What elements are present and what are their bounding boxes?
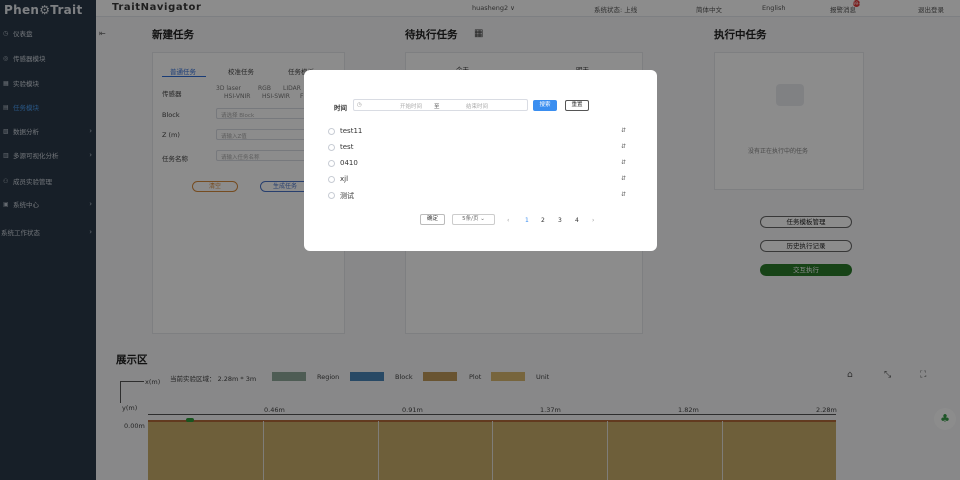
chevron-down-icon: ⌄ [480, 216, 485, 222]
radio[interactable] [328, 160, 335, 167]
page-size-select[interactable]: 5条/页 ⌄ [452, 214, 495, 225]
list-item[interactable]: test11 ⇵ [328, 126, 628, 138]
list-item[interactable]: xjl ⇵ [328, 174, 628, 186]
link-icon[interactable]: ⇵ [621, 191, 626, 198]
prev-page-icon[interactable]: ‹ [507, 217, 509, 224]
link-icon[interactable]: ⇵ [621, 143, 626, 150]
page-4[interactable]: 4 [575, 217, 579, 224]
radio[interactable] [328, 128, 335, 135]
clock-icon: ◷ [357, 102, 362, 108]
search-button[interactable]: 搜索 [533, 100, 557, 111]
reset-button[interactable]: 重置 [565, 100, 589, 111]
list-item[interactable]: 测试 ⇵ [328, 190, 628, 202]
page-2[interactable]: 2 [541, 217, 545, 224]
link-icon[interactable]: ⇵ [621, 159, 626, 166]
start-time-input[interactable]: 开始时间 [400, 102, 422, 110]
page-3[interactable]: 3 [558, 217, 562, 224]
list-item[interactable]: test ⇵ [328, 142, 628, 154]
next-page-icon[interactable]: › [592, 217, 594, 224]
range-separator: 至 [434, 104, 440, 110]
radio[interactable] [328, 176, 335, 183]
radio[interactable] [328, 192, 335, 199]
time-label: 时间 [334, 104, 347, 112]
link-icon[interactable]: ⇵ [621, 175, 626, 182]
link-icon[interactable]: ⇵ [621, 127, 626, 134]
page-1[interactable]: 1 [525, 217, 529, 224]
time-range-picker[interactable]: ◷ 开始时间 至 结束时间 [353, 99, 528, 111]
confirm-button[interactable]: 确定 [420, 214, 445, 225]
end-time-input[interactable]: 结束时间 [466, 102, 488, 110]
list-item[interactable]: 0410 ⇵ [328, 158, 628, 170]
radio[interactable] [328, 144, 335, 151]
